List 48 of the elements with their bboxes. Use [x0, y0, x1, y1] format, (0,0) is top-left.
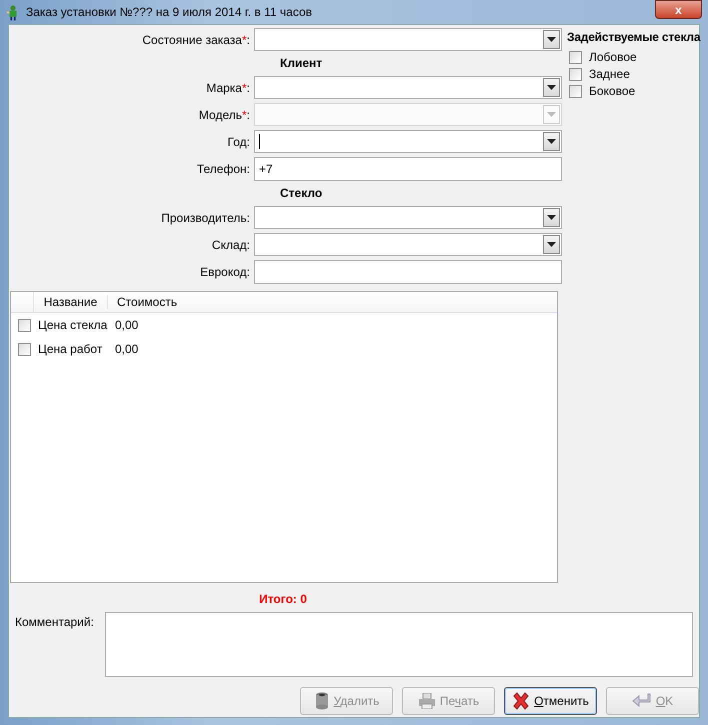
field-label: Телефон:	[196, 162, 250, 176]
trash-can-icon	[314, 692, 330, 710]
return-arrow-icon	[632, 693, 652, 709]
close-button[interactable]: x	[655, 0, 702, 19]
dropdown-field[interactable]	[254, 206, 562, 229]
window-title: Заказ установки №??? на 9 июля 2014 г. в 11 часов	[26, 5, 312, 19]
checkbox-label: Боковое	[589, 84, 636, 98]
section-heading: Стекло	[280, 185, 324, 202]
checkbox[interactable]	[569, 50, 582, 64]
dropdown-field[interactable]	[254, 233, 562, 256]
table-cell-text: Цена стекла	[38, 318, 108, 332]
dropdown-field[interactable]	[254, 130, 562, 153]
dropdown-arrow-icon	[547, 85, 556, 90]
table-cell-text: 0,00	[114, 318, 138, 332]
field-label: Модель*:	[198, 108, 250, 122]
checkbox[interactable]	[569, 84, 582, 98]
field-label: Склад:	[210, 238, 250, 252]
dropdown-arrow-icon	[547, 215, 556, 220]
section-heading: Клиент	[280, 55, 324, 72]
input-field[interactable]: +7	[254, 157, 562, 181]
checkbox[interactable]	[18, 342, 31, 356]
total-label: Итого: 0	[258, 592, 308, 606]
close-icon	[512, 692, 530, 710]
input-field[interactable]	[254, 260, 562, 284]
column-header[interactable]: Название	[34, 295, 108, 309]
checkbox[interactable]	[569, 68, 582, 80]
dropdown-arrow-icon	[547, 242, 556, 247]
cancel-button[interactable]: Отменить	[504, 687, 597, 715]
field-label: Производитель:	[160, 210, 250, 224]
field-label: Состояние заказа*:	[141, 32, 250, 46]
dropdown-arrow-icon	[547, 139, 556, 144]
printer-icon	[418, 693, 436, 709]
table-cell-text: Цена работ	[38, 342, 104, 356]
dropdown-field[interactable]	[254, 76, 562, 99]
comment-label: Комментарий:	[15, 615, 95, 630]
field-label: Год:	[226, 134, 250, 148]
comment-field[interactable]	[105, 612, 693, 677]
dropdown-field[interactable]	[254, 28, 562, 51]
table-cell-text: 0,00	[114, 342, 138, 356]
dropdown-arrow-icon	[547, 112, 556, 117]
group-title: Задействуемые стекла	[567, 30, 700, 44]
field-label: Марка*:	[205, 80, 250, 94]
field-label: Еврокод:	[199, 265, 250, 279]
checkbox-label: Лобовое	[589, 50, 637, 64]
checkbox-label: Заднее	[589, 67, 630, 81]
column-header[interactable]: Стоимость	[108, 295, 178, 309]
checkbox[interactable]	[18, 318, 31, 332]
dropdown-arrow-icon	[547, 37, 556, 42]
